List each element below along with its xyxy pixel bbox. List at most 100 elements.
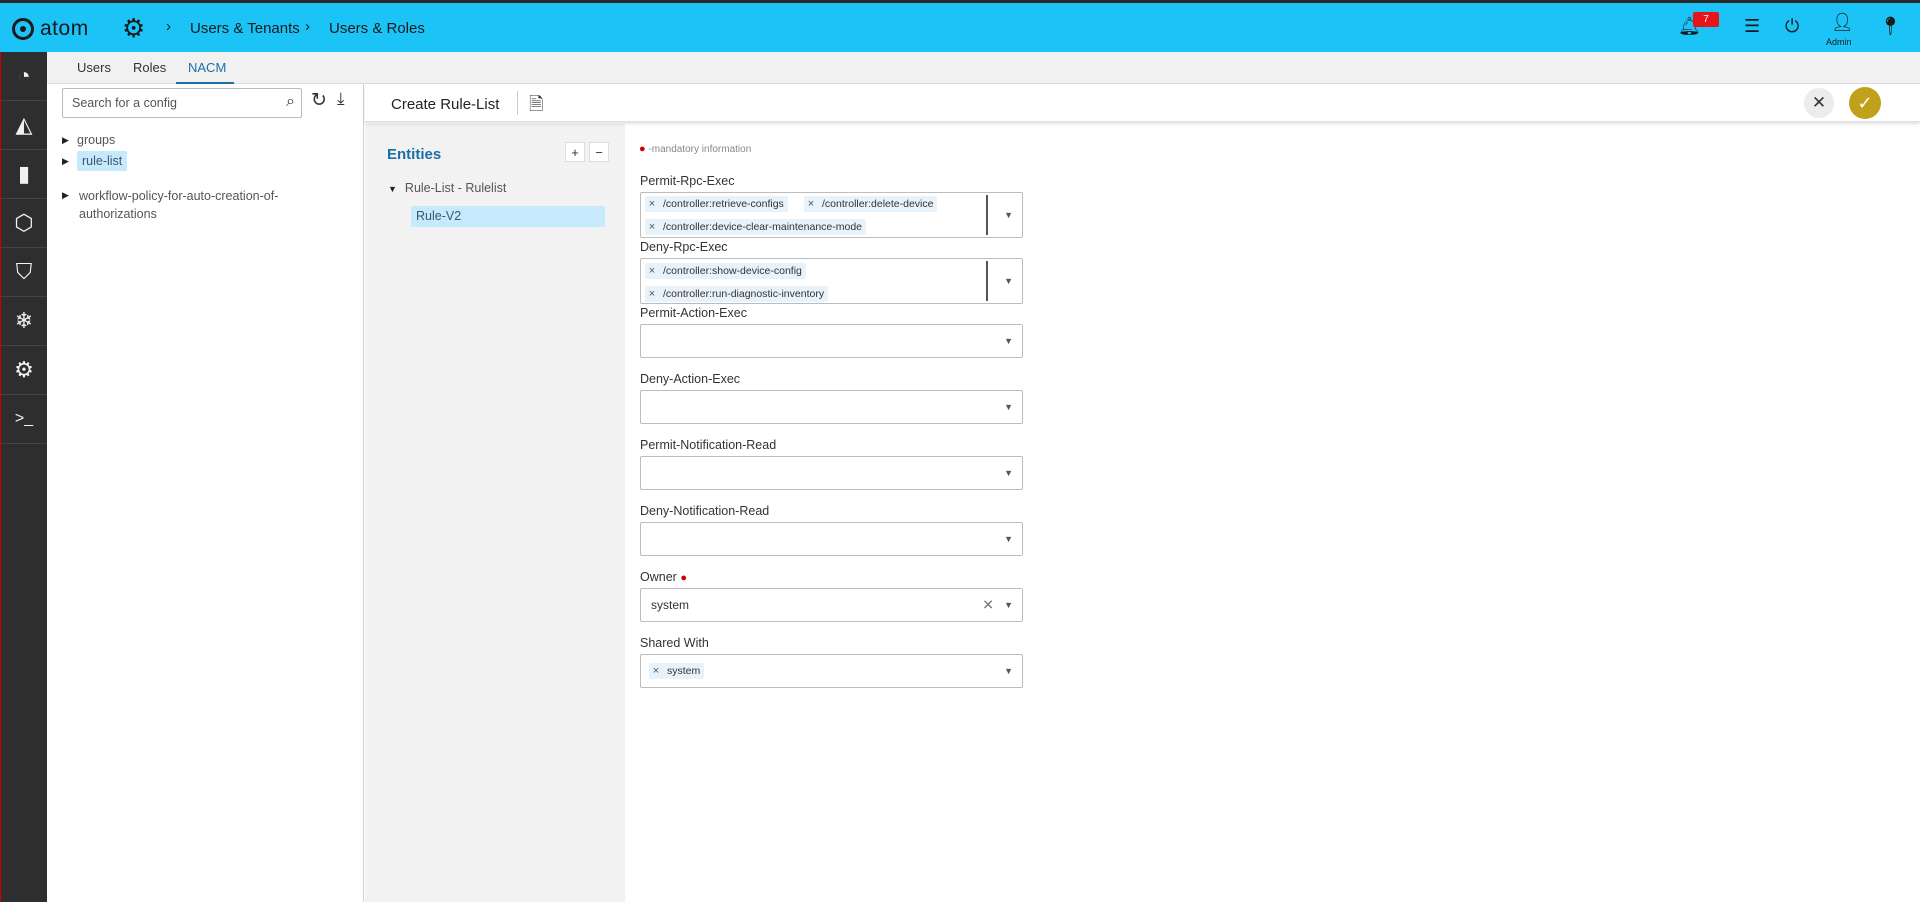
atom-logo-mark [12, 18, 34, 40]
entities-title: Entities [387, 146, 442, 163]
atom-logo[interactable]: atom [12, 17, 89, 41]
chip: × /controller:device-clear-maintenance-mo… [645, 219, 867, 235]
chevron-down-icon[interactable]: ▼ [1004, 600, 1013, 610]
location-pin-icon[interactable]: 📍︎ [1879, 17, 1902, 35]
refresh-icon[interactable]: ↻ [311, 89, 327, 112]
chevron-down-icon[interactable]: ▼ [1004, 276, 1013, 286]
chip-label: /controller:delete-device [822, 198, 934, 210]
permit-rpc-exec-select[interactable]: × /controller:retrieve-configs × /controll… [640, 192, 1023, 238]
document-export-icon[interactable]: 🗎︎ [529, 92, 543, 122]
tree-item-workflow-policy-label[interactable]: workflow-policy-for-auto-creation-of- au… [79, 187, 299, 223]
chip: × system [649, 663, 705, 679]
entity-node-rulelist[interactable]: ▼ Rule-List - Rulelist [388, 181, 506, 195]
chevron-down-icon[interactable]: ▼ [1004, 534, 1013, 544]
devices-icon[interactable]: ◭ [1, 101, 47, 150]
tree-item-groups[interactable]: ▶ groups [62, 133, 115, 147]
form-title: Create Rule-List [391, 96, 500, 113]
scrollbar[interactable] [986, 195, 988, 235]
confirm-button[interactable]: ✓ [1849, 87, 1881, 119]
gear-icon[interactable]: ⚙ [122, 15, 145, 41]
chip-label: /controller:show-device-config [663, 265, 802, 277]
entities-panel: Entities + − ▼ Rule-List - Rulelist Rule-… [365, 124, 625, 902]
chevron-down-icon[interactable]: ▼ [1004, 468, 1013, 478]
header-divider [517, 91, 518, 115]
scrollbar[interactable] [986, 261, 988, 301]
chip-label: system [667, 665, 701, 677]
entity-node-label: Rule-List - Rulelist [404, 181, 507, 195]
required-dot-icon: ● [639, 143, 646, 155]
add-entity-button[interactable]: + [565, 142, 585, 162]
permit-notification-read-select[interactable]: ▼ [640, 456, 1023, 490]
permit-rpc-exec-label: Permit-Rpc-Exec [640, 174, 735, 188]
chevron-right-icon: › [305, 18, 310, 35]
owner-label: Owner ● [640, 570, 687, 584]
owner-select[interactable]: system ✕ ▼ [640, 588, 1023, 622]
deny-rpc-exec-label: Deny-Rpc-Exec [640, 240, 728, 254]
required-dot-icon: ● [680, 572, 687, 584]
deny-action-exec-select[interactable]: ▼ [640, 390, 1023, 424]
config-search-box: ⌕ [62, 88, 302, 118]
deny-notification-read-select[interactable]: ▼ [640, 522, 1023, 556]
tree-item-rule-list[interactable]: ▶ rule-list [62, 151, 128, 171]
collapse-triangle-icon[interactable]: ▼ [388, 184, 397, 194]
expand-triangle-icon[interactable]: ▶ [62, 156, 72, 167]
tree-item-workflow-policy[interactable]: ▶ [62, 188, 72, 202]
chip-label: /controller:retrieve-configs [663, 198, 784, 210]
permit-action-exec-label: Permit-Action-Exec [640, 306, 747, 320]
remove-chip-icon[interactable]: × [645, 265, 659, 277]
topology-icon[interactable]: ⬡ [1, 199, 47, 248]
snowflake-icon[interactable]: ❄ [1, 297, 47, 346]
chip: × /controller:delete-device [804, 196, 938, 212]
chip: × /controller:retrieve-configs [645, 196, 788, 212]
form-header: Create Rule-List 🗎︎ ✕ ✓ [365, 84, 1920, 122]
user-icon[interactable]: 👤︎ [1831, 13, 1854, 31]
nacm-tabs: Users Roles NACM [47, 52, 1920, 84]
expand-triangle-icon[interactable]: ▶ [62, 135, 72, 146]
remove-chip-icon[interactable]: × [649, 665, 663, 677]
remove-entity-button[interactable]: − [589, 142, 609, 162]
shield-icon[interactable]: ⛉ [1, 248, 47, 297]
logo-text: atom [40, 17, 89, 40]
bar-chart-icon[interactable]: ▮ [1, 150, 47, 199]
tab-nacm[interactable]: NACM [188, 60, 226, 75]
left-nav-rail: ◔ ◭ ▮ ⬡ ⛉ ❄ ⚙ >_ [0, 52, 47, 902]
shared-with-select[interactable]: × system ▼ [640, 654, 1023, 688]
permit-notification-read-label: Permit-Notification-Read [640, 438, 777, 452]
search-icon[interactable]: ⌕ [286, 93, 295, 111]
tree-item-label: rule-list [77, 151, 128, 171]
permit-action-exec-select[interactable]: ▼ [640, 324, 1023, 358]
tab-users[interactable]: Users [77, 60, 111, 75]
deny-rpc-exec-select[interactable]: × /controller:show-device-config × /contro… [640, 258, 1023, 304]
chevron-down-icon[interactable]: ▼ [1004, 666, 1013, 676]
remove-chip-icon[interactable]: × [645, 288, 659, 300]
admin-label: Admin [1826, 37, 1852, 47]
config-tree-panel: ⌕ ↻ ⤓ ▶ groups ▶ rule-list ▶ workflow-poli… [55, 84, 364, 902]
remove-chip-icon[interactable]: × [804, 198, 818, 210]
clear-icon[interactable]: ✕ [982, 597, 994, 614]
list-icon[interactable]: ☰ [1744, 17, 1760, 35]
breadcrumb-users-roles[interactable]: Users & Roles [329, 20, 425, 37]
chip: × /controller:show-device-config [645, 263, 806, 279]
chevron-down-icon[interactable]: ▼ [1004, 402, 1013, 412]
entity-child-rule-v2[interactable]: Rule-V2 [411, 206, 605, 227]
dashboard-icon[interactable]: ◔ [1, 52, 47, 101]
tree-item-label-line1: workflow-policy-for-auto-creation-of- [79, 189, 279, 203]
breadcrumb-users-tenants[interactable]: Users & Tenants [190, 20, 300, 37]
chevron-down-icon[interactable]: ▼ [1004, 210, 1013, 220]
chevron-down-icon[interactable]: ▼ [1004, 336, 1013, 346]
shared-with-label: Shared With [640, 636, 709, 650]
tab-roles[interactable]: Roles [133, 60, 166, 75]
download-icon[interactable]: ⤓ [337, 89, 345, 109]
deny-notification-read-label: Deny-Notification-Read [640, 504, 770, 518]
terminal-icon[interactable]: >_ [1, 395, 47, 444]
remove-chip-icon[interactable]: × [645, 198, 659, 210]
expand-triangle-icon[interactable]: ▶ [62, 190, 72, 201]
config-search-input[interactable] [63, 89, 273, 117]
chevron-right-icon: › [166, 18, 171, 35]
power-icon[interactable]: ⏻ [1785, 17, 1799, 35]
settings-icon[interactable]: ⚙ [1, 346, 47, 395]
mandatory-note-text: -mandatory information [648, 144, 752, 155]
tree-item-label: groups [77, 133, 116, 147]
remove-chip-icon[interactable]: × [645, 221, 659, 233]
close-button[interactable]: ✕ [1804, 88, 1834, 118]
